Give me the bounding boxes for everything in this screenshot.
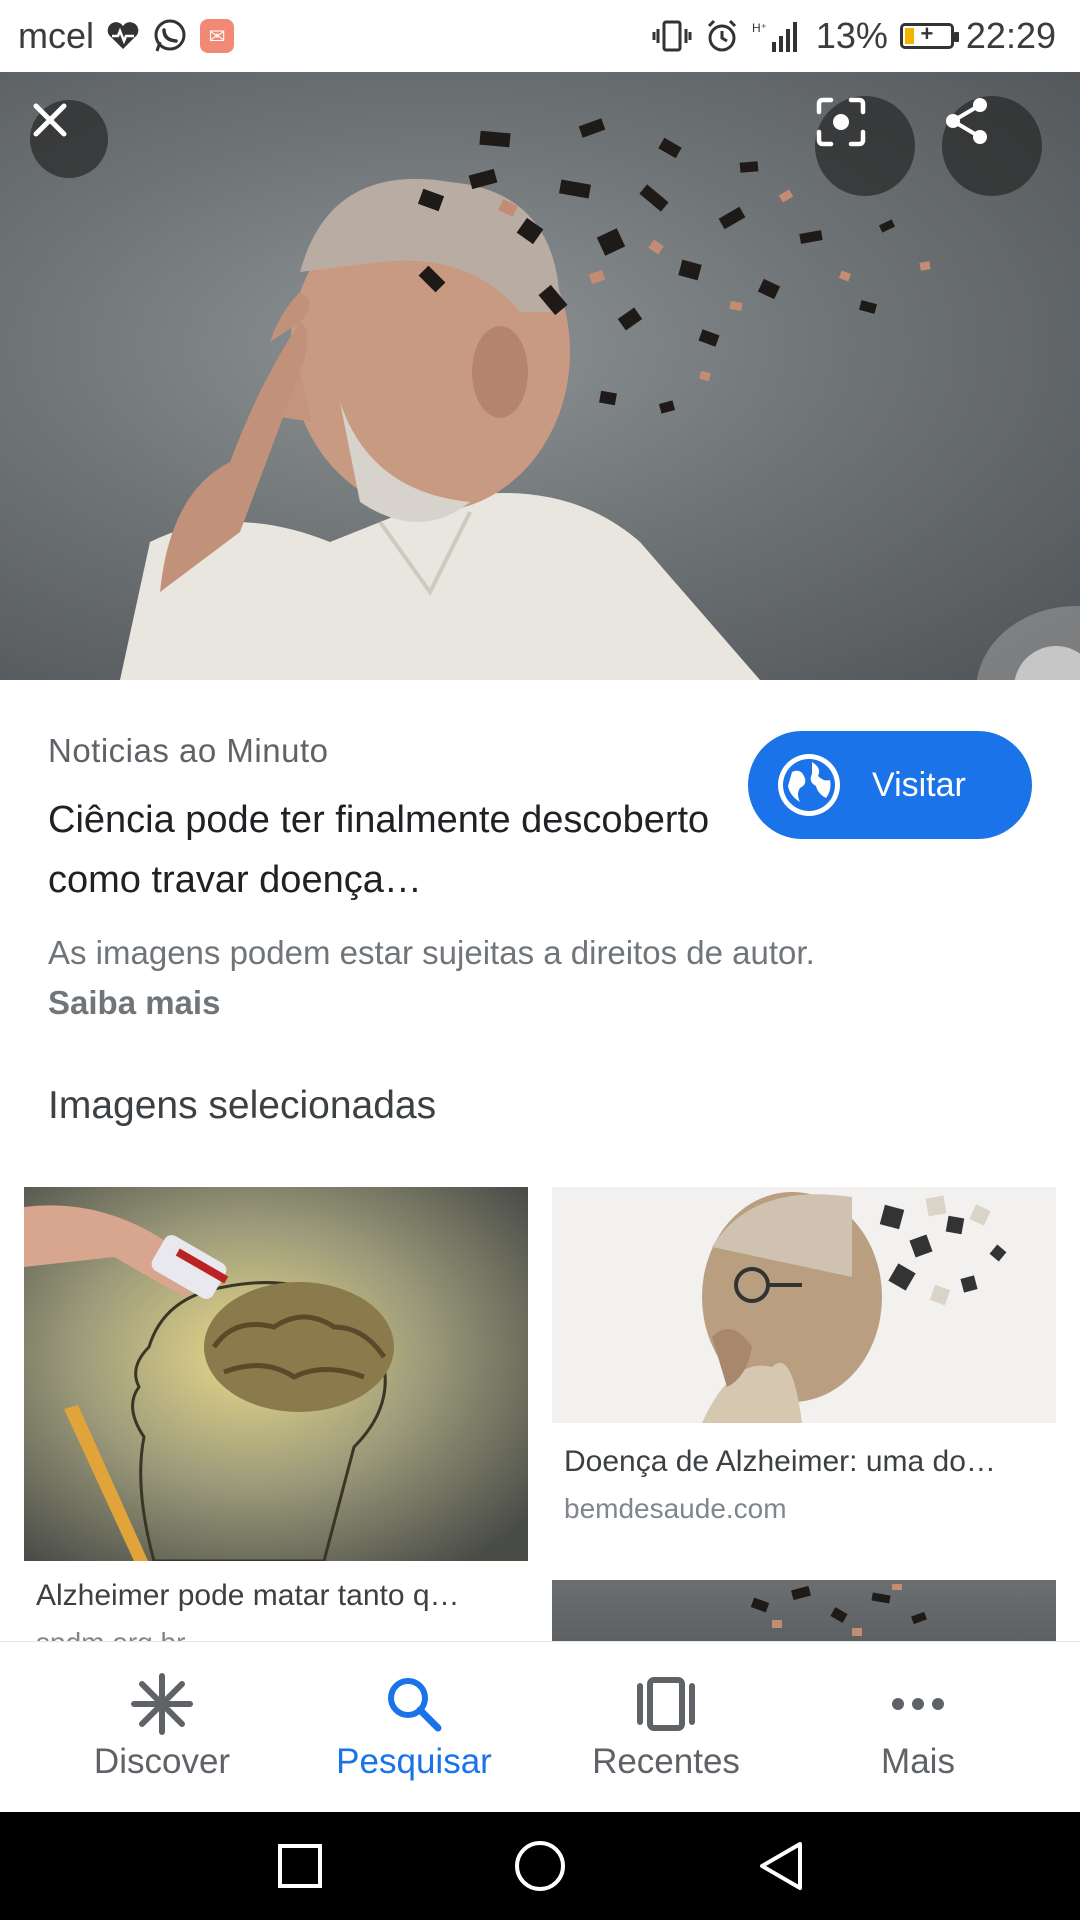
battery-percent: 13% xyxy=(815,15,888,56)
related-images-heading: Imagens selecionadas xyxy=(48,1084,437,1127)
close-icon xyxy=(33,103,67,137)
related-image-thumbnail xyxy=(552,1580,1056,1642)
signal-icon: H⁺ xyxy=(752,18,804,54)
related-image-card[interactable]: Alzheimer pode matar tanto q… spdm.org.b… xyxy=(24,1187,528,1642)
health-icon xyxy=(106,21,140,51)
clock: 22:29 xyxy=(965,15,1056,56)
bottom-navigation: Discover Pesquisar Recentes Mais xyxy=(0,1642,1080,1812)
related-image-card[interactable]: Doença de Alzheimer: uma do… bemdesaude.… xyxy=(552,1187,1056,1537)
dementia-illustration xyxy=(120,118,931,680)
visit-label: Visitar xyxy=(872,765,966,804)
alarm-icon xyxy=(704,18,740,54)
back-icon[interactable] xyxy=(760,1842,802,1890)
copyright-notice: As imagens podem estar sujeitas a direit… xyxy=(48,934,815,971)
close-button[interactable] xyxy=(30,100,108,178)
related-image-caption: Alzheimer pode matar tanto q… xyxy=(36,1579,460,1612)
asterisk-icon xyxy=(131,1673,193,1735)
lens-icon xyxy=(816,97,866,147)
preview-image[interactable] xyxy=(0,72,1080,680)
search-icon xyxy=(388,1678,442,1732)
vibrate-icon xyxy=(652,19,692,53)
related-image-domain: spdm.org.br xyxy=(36,1627,185,1642)
result-title[interactable]: Ciência pode ter finalmente descoberto c… xyxy=(48,790,728,910)
nav-recents-label: Recentes xyxy=(592,1742,740,1781)
nav-discover-label: Discover xyxy=(93,1742,231,1781)
notification-app-icon: ✉ xyxy=(200,19,235,53)
related-image-card[interactable] xyxy=(552,1580,1056,1642)
lens-button[interactable] xyxy=(815,96,915,196)
globe-icon xyxy=(778,754,840,816)
home-icon[interactable] xyxy=(515,1841,565,1891)
related-image-domain: bemdesaude.com xyxy=(564,1493,787,1524)
related-image-thumbnail xyxy=(24,1187,528,1561)
share-icon xyxy=(946,98,987,144)
recent-cards-icon xyxy=(637,1677,695,1731)
visit-button[interactable]: Visitar xyxy=(748,731,1032,839)
related-image-caption: Doença de Alzheimer: uma do… xyxy=(564,1445,996,1478)
nav-search-label: Pesquisar xyxy=(336,1742,492,1781)
recent-apps-icon[interactable] xyxy=(278,1844,322,1888)
nav-more-label: Mais xyxy=(881,1742,955,1781)
nav-more[interactable]: Mais xyxy=(792,1642,1044,1812)
status-bar: mcel ✉ H⁺ 13% + 22:29 xyxy=(0,0,1080,72)
more-horiz-icon xyxy=(892,1698,944,1710)
svg-text:H⁺: H⁺ xyxy=(752,21,767,35)
related-image-thumbnail xyxy=(552,1187,1056,1423)
nav-search[interactable]: Pesquisar xyxy=(288,1642,540,1812)
system-navigation-bar xyxy=(0,1812,1080,1920)
nav-recents[interactable]: Recentes xyxy=(540,1642,792,1812)
battery-icon: + xyxy=(899,21,959,49)
result-source: Noticias ao Minuto xyxy=(48,732,329,769)
learn-more-link[interactable]: Saiba mais xyxy=(48,984,220,1022)
nav-discover[interactable]: Discover xyxy=(36,1642,288,1812)
share-button[interactable] xyxy=(942,96,1042,196)
whatsapp-icon xyxy=(152,18,188,54)
carrier-name: mcel xyxy=(18,15,95,56)
